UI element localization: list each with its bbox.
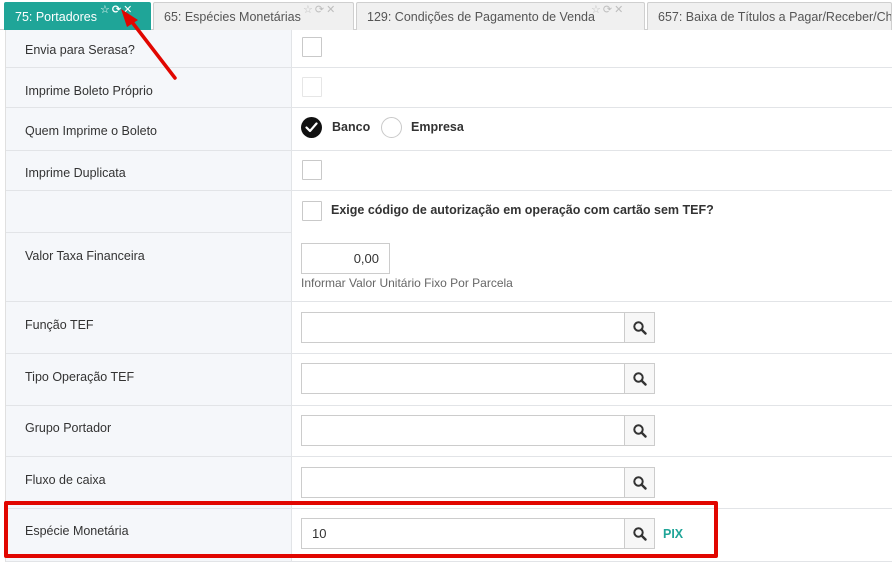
imprime-duplicata-checkbox[interactable] [302,160,322,180]
label-cell-valor-taxa-financeira: Valor Taxa Financeira [6,233,291,302]
tipo-operacao-tef-label: Tipo Operação TEF [25,370,135,384]
search-icon [633,476,647,490]
field-cell-valor-taxa-financeira: Informar Valor Unitário Fixo Por Parcela [292,233,892,302]
label-cell-imprime-boleto-proprio: Imprime Boleto Próprio [6,68,291,108]
envia-serasa-checkbox[interactable] [302,37,322,57]
valor-taxa-financeira-input[interactable] [301,243,390,274]
tipo-operacao-tef-input[interactable] [301,363,625,394]
tab-bar: 75: Portadores ☆⟳✕ 65: Espécies Monetári… [0,0,892,31]
label-cell-quem-imprime-boleto: Quem Imprime o Boleto [6,108,291,151]
grupo-portador-label: Grupo Portador [25,421,112,435]
tab-especies-monetarias[interactable]: 65: Espécies Monetárias ☆⟳✕ [153,2,354,30]
field-cell-envia-serasa [292,30,892,68]
valor-taxa-financeira-label: Valor Taxa Financeira [25,249,145,263]
close-icon[interactable]: ✕ [123,4,134,16]
exige-codigo-tef-label[interactable]: Exige código de autorização em operação … [331,203,714,217]
funcao-tef-search-button[interactable] [624,312,655,343]
tab-label: 657: Baixa de Títulos a Pagar/Receber/Ch… [658,10,892,24]
tab-condicoes-pagamento-venda[interactable]: 129: Condições de Pagamento de Venda ☆⟳✕ [356,2,645,30]
close-icon[interactable]: ✕ [614,4,625,16]
tab-label: 65: Espécies Monetárias [164,10,301,24]
label-cell-empty [6,191,291,233]
label-cell-imprime-duplicata: Imprime Duplicata [6,151,291,191]
field-cell-imprime-boleto-proprio [292,68,892,108]
grupo-portador-search-button[interactable] [624,415,655,446]
funcao-tef-input[interactable] [301,312,625,343]
star-icon[interactable]: ☆ [100,4,112,16]
funcao-tef-label: Função TEF [25,318,94,332]
star-icon[interactable]: ☆ [591,4,603,16]
radio-banco[interactable] [301,117,322,138]
refresh-icon[interactable]: ⟳ [112,4,123,16]
label-cell-grupo-portador: Grupo Portador [6,406,291,457]
field-cell-funcao-tef [292,302,892,354]
tab-label: 75: Portadores [15,10,97,24]
imprime-duplicata-label: Imprime Duplicata [25,166,126,180]
valor-taxa-financeira-hint: Informar Valor Unitário Fixo Por Parcela [301,276,513,290]
highlight-box [4,501,718,558]
label-cell-tipo-operacao-tef: Tipo Operação TEF [6,354,291,406]
radio-empresa-label[interactable]: Empresa [411,120,464,134]
refresh-icon[interactable]: ⟳ [603,4,614,16]
checkmark-icon [305,122,318,133]
envia-serasa-label: Envia para Serasa? [25,43,135,57]
close-icon[interactable]: ✕ [326,4,337,16]
fluxo-caixa-input[interactable] [301,467,625,498]
search-icon [633,321,647,335]
grupo-portador-input[interactable] [301,415,625,446]
field-cell-grupo-portador [292,406,892,457]
fluxo-caixa-label: Fluxo de caixa [25,473,106,487]
radio-empresa[interactable] [381,117,402,138]
refresh-icon[interactable]: ⟳ [315,4,326,16]
tipo-operacao-tef-search-button[interactable] [624,363,655,394]
tab-baixa-titulos[interactable]: 657: Baixa de Títulos a Pagar/Receber/Ch… [647,2,892,30]
label-cell-funcao-tef: Função TEF [6,302,291,354]
fluxo-caixa-search-button[interactable] [624,467,655,498]
field-cell-exige-codigo-tef: Exige código de autorização em operação … [292,191,892,233]
quem-imprime-boleto-label: Quem Imprime o Boleto [25,124,157,138]
search-icon [633,424,647,438]
tab-portadores[interactable]: 75: Portadores ☆⟳✕ [4,2,151,31]
label-cell-envia-serasa: Envia para Serasa? [6,30,291,68]
radio-banco-label[interactable]: Banco [332,120,370,134]
field-cell-imprime-duplicata [292,151,892,191]
tab-label: 129: Condições de Pagamento de Venda [367,10,595,24]
field-cell-tipo-operacao-tef [292,354,892,406]
imprime-boleto-proprio-checkbox[interactable] [302,77,322,97]
search-icon [633,372,647,386]
star-icon[interactable]: ☆ [303,4,315,16]
exige-codigo-tef-checkbox[interactable] [302,201,322,221]
imprime-boleto-proprio-label: Imprime Boleto Próprio [25,84,153,98]
field-cell-quem-imprime-boleto: Banco Empresa [292,108,892,151]
